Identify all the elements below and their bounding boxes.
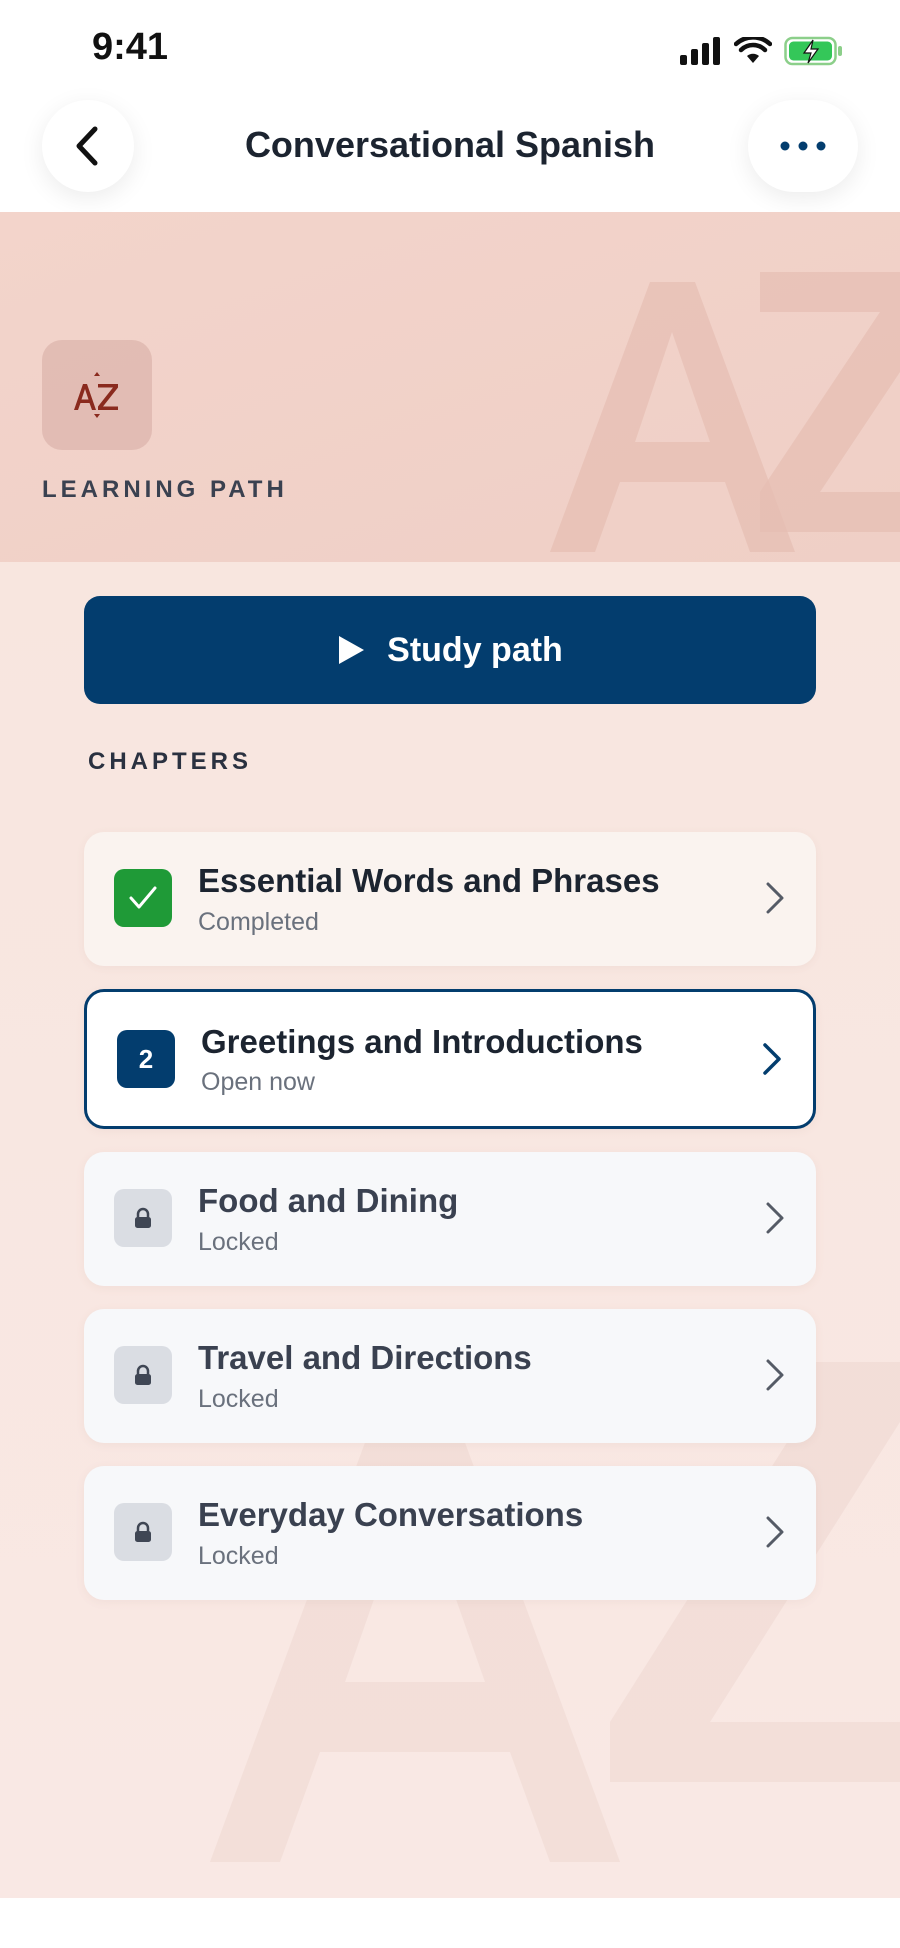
chapter-status: Locked	[198, 1228, 279, 1256]
signal-icon	[680, 37, 720, 65]
battery-charging-icon	[784, 36, 842, 66]
chevron-right-icon	[766, 882, 784, 914]
chevron-right-icon	[766, 1516, 784, 1548]
wifi-icon	[734, 37, 772, 63]
chapter-status: Completed	[198, 908, 319, 936]
az-watermark-icon	[550, 272, 900, 552]
study-path-button[interactable]: Study path	[84, 596, 816, 704]
bottom-safe-area	[0, 1898, 900, 1948]
chevron-right-icon	[766, 1202, 784, 1234]
chevron-right-icon	[763, 1043, 781, 1075]
lock-icon	[135, 1364, 151, 1385]
more-horizontal-icon	[780, 141, 826, 151]
chapter-title: Everyday Conversations	[198, 1496, 584, 1533]
learning-path-label: LEARNING PATH	[42, 476, 288, 503]
chapter-title: Essential Words and Phrases	[198, 862, 660, 899]
study-path-label: Study path	[387, 630, 563, 669]
chapter-title: Food and Dining	[198, 1182, 459, 1219]
chapter-item-essential-words[interactable]: Essential Words and Phrases Completed	[84, 832, 816, 966]
status-time: 9:41	[92, 26, 169, 68]
chapter-list: Essential Words and Phrases Completed 2 …	[84, 832, 816, 1623]
navigation-bar: Conversational Spanish	[0, 100, 900, 212]
chapter-item-greetings[interactable]: 2 Greetings and Introductions Open now	[84, 989, 816, 1129]
checkmark-icon	[129, 886, 157, 909]
chapters-section: Study path CHAPTERS Essential Words and …	[0, 562, 900, 1898]
more-options-button[interactable]	[748, 100, 858, 192]
a-to-z-icon	[74, 372, 118, 418]
chapter-number-badge: 2	[117, 1030, 175, 1088]
dictionary-icon-box	[42, 340, 152, 450]
chapter-item-everyday-conversations[interactable]: Everyday Conversations Locked	[84, 1466, 816, 1600]
lock-icon	[135, 1521, 151, 1542]
chapter-status: Open now	[201, 1068, 315, 1096]
hero-banner: LEARNING PATH	[0, 212, 900, 562]
status-icons	[680, 34, 844, 68]
chevron-right-icon	[766, 1359, 784, 1391]
play-icon	[339, 636, 365, 664]
status-bar: 9:41	[0, 0, 900, 100]
completed-badge	[114, 869, 172, 927]
chapter-item-travel-and-directions[interactable]: Travel and Directions Locked	[84, 1309, 816, 1443]
locked-badge	[114, 1503, 172, 1561]
chapter-status: Locked	[198, 1542, 279, 1570]
chapter-status: Locked	[198, 1385, 279, 1413]
chapter-title: Greetings and Introductions	[201, 1023, 643, 1060]
locked-badge	[114, 1346, 172, 1404]
chapter-title: Travel and Directions	[198, 1339, 532, 1376]
locked-badge	[114, 1189, 172, 1247]
chapters-heading: CHAPTERS	[88, 748, 253, 775]
chapter-item-food-and-dining[interactable]: Food and Dining Locked	[84, 1152, 816, 1286]
lock-icon	[135, 1207, 151, 1228]
